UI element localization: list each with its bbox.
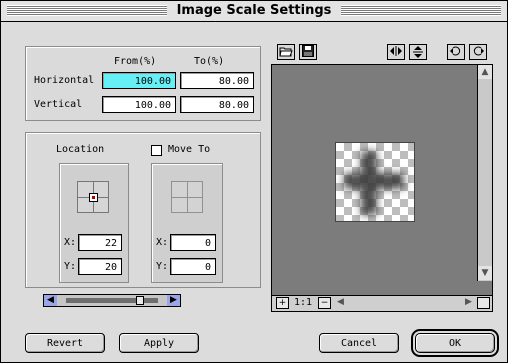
vertical-label: Vertical: [34, 99, 83, 110]
location-x-field[interactable]: 22: [78, 234, 122, 251]
move-to-anchor-grid[interactable]: [171, 181, 203, 213]
location-y-field[interactable]: 20: [78, 258, 122, 275]
zoom-in-button[interactable]: +: [276, 297, 289, 309]
move-to-y-field[interactable]: 0: [170, 258, 216, 275]
image-preview[interactable]: ▲ ▼ + 1:1 − ◀ ▶: [271, 64, 493, 312]
x-label: X:: [64, 237, 77, 248]
move-to-label: Move To: [168, 144, 211, 155]
title-bar[interactable]: Image Scale Settings: [1, 1, 507, 22]
scale-panel: From(%) To(%) Horizontal 100.00 80.00 Ve…: [25, 46, 261, 121]
zoom-out-button[interactable]: −: [318, 297, 331, 309]
location-subpanel: X: 22 Y: 20: [59, 163, 129, 283]
zoom-level-label: 1:1: [294, 297, 313, 308]
flip-horizontal-icon[interactable]: [387, 44, 405, 60]
apply-button[interactable]: Apply: [119, 333, 199, 353]
location-panel: Location Move To X: 22 Y: 20 X: 0 Y: 0: [25, 132, 261, 288]
horizontal-label: Horizontal: [34, 75, 95, 86]
preview-vertical-scrollbar[interactable]: ▲ ▼: [477, 65, 492, 281]
vertical-from-field[interactable]: 100.00: [102, 96, 176, 113]
location-anchor-grid[interactable]: [77, 181, 109, 213]
preview-image: [335, 142, 415, 222]
move-to-subpanel: X: 0 Y: 0: [151, 163, 223, 283]
window-title: Image Scale Settings: [1, 1, 507, 21]
y-label: Y:: [64, 261, 77, 272]
slider-track[interactable]: [66, 298, 158, 303]
location-label: Location: [56, 144, 105, 155]
resize-corner-icon[interactable]: [477, 297, 490, 309]
col-to-label: To(%): [194, 56, 225, 67]
slider-left-arrow-icon[interactable]: ◀: [44, 295, 57, 306]
vertical-to-field[interactable]: 80.00: [180, 96, 254, 113]
move-y-label: Y:: [156, 261, 169, 272]
ok-button[interactable]: OK: [411, 329, 499, 357]
rotate-right-icon[interactable]: [469, 44, 487, 60]
scroll-up-icon[interactable]: ▲: [478, 65, 492, 79]
cancel-button[interactable]: Cancel: [319, 333, 399, 353]
blurred-cross-shape: [344, 151, 404, 215]
zoom-slider[interactable]: ◀ ▶: [43, 294, 181, 307]
move-x-label: X:: [156, 237, 169, 248]
scroll-down-icon[interactable]: ▼: [478, 266, 492, 280]
horizontal-to-field[interactable]: 80.00: [180, 72, 254, 89]
rotate-left-icon[interactable]: [447, 44, 465, 60]
location-marker-icon: [89, 193, 98, 202]
col-from-label: From(%): [114, 56, 157, 67]
window-title-text: Image Scale Settings: [170, 3, 338, 18]
slider-thumb[interactable]: [136, 296, 144, 305]
dialog-window: Image Scale Settings From(%) To(%) Horiz…: [0, 0, 508, 363]
slider-right-arrow-icon[interactable]: ▶: [167, 295, 180, 306]
move-to-x-field[interactable]: 0: [170, 234, 216, 251]
scroll-left-icon[interactable]: ◀: [334, 297, 347, 309]
flip-vertical-icon[interactable]: [409, 44, 427, 60]
scroll-right-icon[interactable]: ▶: [462, 297, 475, 309]
move-to-checkbox[interactable]: [151, 145, 162, 156]
folder-open-icon[interactable]: [277, 44, 295, 60]
floppy-disk-icon[interactable]: [299, 44, 317, 60]
preview-bottom-bar: + 1:1 − ◀ ▶: [272, 295, 492, 311]
revert-button[interactable]: Revert: [25, 333, 105, 353]
horizontal-from-field[interactable]: 100.00: [102, 72, 176, 89]
